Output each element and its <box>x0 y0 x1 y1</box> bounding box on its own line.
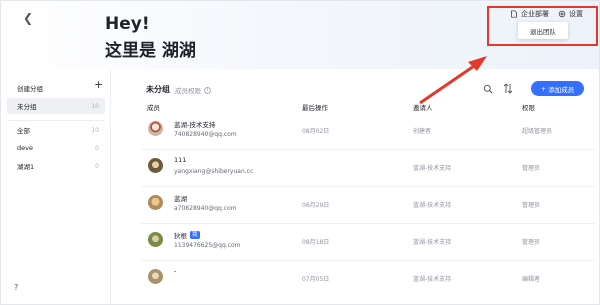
member-name-text: 蓝湖-技术支持 <box>174 121 216 129</box>
table-row[interactable]: 狄根 我 1139476625@qq.com 08月18日 蓝湖-技术支持 管理… <box>111 224 599 261</box>
permission: 管理员 <box>522 202 541 209</box>
member-name: 蓝湖 <box>174 193 187 203</box>
inviter: 蓝湖-技术支持 <box>413 165 452 172</box>
settings-button[interactable]: 设置 <box>558 9 583 19</box>
help-button[interactable]: ? <box>14 283 18 292</box>
leave-team-menu-item[interactable]: 退出团队 <box>518 22 568 39</box>
member-permissions-label: 成员权限 <box>175 87 201 95</box>
add-member-label: 添加成员 <box>548 85 575 94</box>
table-row[interactable]: - 07月05日 蓝湖-技术支持 编辑者 <box>111 261 599 298</box>
member-name-text: 111 <box>174 156 187 164</box>
permission: 管理员 <box>522 165 541 172</box>
divider <box>7 120 105 121</box>
sidebar: 创建分组 + 未分组 10 全部 10 deve 0 湖湖1 0 ? <box>1 69 111 304</box>
plus-icon[interactable]: + <box>94 78 103 91</box>
search-icon[interactable] <box>483 84 493 94</box>
sidebar-item-count: 10 <box>91 126 99 134</box>
avatar <box>148 269 163 284</box>
last-operation: 08月18日 <box>302 239 330 246</box>
document-icon <box>511 10 517 18</box>
inviter: 蓝湖-技术支持 <box>413 276 452 283</box>
sidebar-item-deve[interactable]: deve 0 <box>7 140 105 156</box>
member-email: yangxiang@shiberyuan.cc <box>174 168 254 175</box>
settings-label: 设置 <box>569 10 583 18</box>
sidebar-item-ungrouped[interactable]: 未分组 10 <box>7 98 105 114</box>
sidebar-item-huhu1[interactable]: 湖湖1 0 <box>7 158 105 174</box>
sidebar-item-label: 湖湖1 <box>17 163 35 171</box>
member-name-text: 狄根 <box>174 232 187 240</box>
sidebar-item-label: deve <box>17 144 33 152</box>
inviter: 蓝湖-技术支持 <box>413 202 452 209</box>
add-member-button[interactable]: + 添加成员 <box>531 81 584 96</box>
member-email: 740828940@qq.com <box>174 131 237 138</box>
sidebar-item-count: 10 <box>91 102 99 110</box>
greeting: Hey! <box>105 14 150 34</box>
member-email: 1139476625@qq.com <box>174 242 241 249</box>
sidebar-item-count: 0 <box>95 144 99 152</box>
sidebar-item-count: 0 <box>95 162 99 170</box>
member-name-text: - <box>174 267 177 275</box>
permission: 管理员 <box>522 239 541 246</box>
member-email: a70828940@qq.com <box>174 205 237 212</box>
member-name: - <box>174 267 176 275</box>
member-permissions-link[interactable]: 成员权限 i <box>175 85 211 95</box>
sidebar-item-label: 全部 <box>17 127 30 135</box>
inviter: 创建者 <box>413 128 432 135</box>
sort-icon[interactable] <box>503 83 513 94</box>
sidebar-item-label: 未分组 <box>17 103 37 111</box>
last-operation: 07月05日 <box>302 276 330 283</box>
enterprise-deploy-button[interactable]: 企业部署 <box>510 9 549 19</box>
chevron-left-icon[interactable]: ❮ <box>23 11 33 25</box>
plus-icon: + <box>540 84 547 93</box>
me-badge: 我 <box>190 231 200 239</box>
avatar <box>148 158 163 173</box>
member-name: 111 <box>174 156 186 164</box>
member-name: 蓝湖-技术支持 <box>174 119 215 129</box>
member-name-text: 蓝湖 <box>174 195 187 203</box>
avatar <box>148 195 163 210</box>
inviter: 蓝湖-技术支持 <box>413 239 452 246</box>
sidebar-item-all[interactable]: 全部 10 <box>7 122 105 138</box>
team-title: 这里是 湖湖 <box>105 41 196 61</box>
table-row[interactable]: 蓝湖-技术支持 740828940@qq.com 08月02日 创建者 超级管理… <box>111 113 599 150</box>
member-name: 狄根 我 <box>174 230 200 240</box>
last-operation: 08月02日 <box>302 128 330 135</box>
enterprise-deploy-label: 企业部署 <box>521 10 549 18</box>
header: ❮ Hey! 这里是 湖湖 企业部署 设置 退出团队 <box>1 1 599 69</box>
column-header-permission: 权限 <box>522 104 535 112</box>
avatar <box>148 121 163 136</box>
column-header-last-operation: 最后操作 <box>302 104 328 112</box>
column-header-member: 成员 <box>147 104 160 112</box>
app-window: ❮ Hey! 这里是 湖湖 企业部署 设置 退出团队 创建分组 + 未分组 10… <box>0 0 600 305</box>
column-header-inviter: 邀请人 <box>413 104 433 112</box>
permission: 编辑者 <box>522 276 541 283</box>
table-row[interactable]: 蓝湖 a70828940@qq.com 06月29日 蓝湖-技术支持 管理员 <box>111 187 599 224</box>
avatar <box>148 232 163 247</box>
page-title: 未分组 <box>146 85 170 94</box>
table-row[interactable]: 111 yangxiang@shiberyuan.cc 蓝湖-技术支持 管理员 <box>111 150 599 187</box>
info-icon[interactable]: i <box>204 86 211 94</box>
last-operation: 06月29日 <box>302 202 330 209</box>
permission: 超级管理员 <box>522 128 553 135</box>
create-group-label: 创建分组 <box>17 85 43 93</box>
gear-icon <box>558 10 566 18</box>
